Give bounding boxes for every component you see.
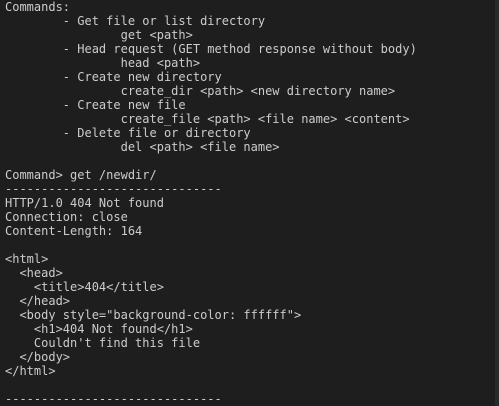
response-body-line: <h1>404 Not found</h1> <box>5 322 193 336</box>
help-line-get-usage: get <path> <box>5 28 193 42</box>
help-line-create-dir-usage: create_dir <path> <new directory name> <box>5 84 396 98</box>
commands-header: Commands: <box>5 0 71 14</box>
response-body-line: <title>404</title> <box>5 280 164 294</box>
response-body-line: Couldn't find this file <box>5 336 201 350</box>
help-line-delete-usage: del <path> <file name> <box>5 140 280 154</box>
response-header-connection: Connection: close <box>5 210 128 224</box>
help-line-create-file-desc: - Create new file <box>5 98 186 112</box>
response-body-line: </head> <box>5 294 71 308</box>
help-line-create-dir-desc: - Create new directory <box>5 70 222 84</box>
response-body-line: <html> <box>5 252 49 266</box>
response-body-line: <head> <box>5 266 63 280</box>
help-line-create-file-usage: create_file <path> <file name> <content> <box>5 112 410 126</box>
response-body-line: <body style="background-color: ffffff"> <box>5 308 302 322</box>
separator-bottom: ------------------------------ <box>5 392 222 406</box>
command-prompt-line: Command> get /newdir/ <box>5 168 157 182</box>
help-line-delete-desc: - Delete file or directory <box>5 126 251 140</box>
scrollbar-track[interactable] <box>495 0 499 406</box>
help-line-get-desc: - Get file or list directory <box>5 14 266 28</box>
response-header-content-length: Content-Length: 164 <box>5 224 143 238</box>
response-status-line: HTTP/1.0 404 Not found <box>5 196 164 210</box>
separator-top: ------------------------------ <box>5 182 222 196</box>
terminal-output[interactable]: Commands: - Get file or list directory g… <box>0 0 499 406</box>
help-line-head-usage: head <path> <box>5 56 201 70</box>
response-body-line: </body> <box>5 350 71 364</box>
help-line-head-desc: - Head request (GET method response with… <box>5 42 417 56</box>
response-body-line: </html> <box>5 364 56 378</box>
